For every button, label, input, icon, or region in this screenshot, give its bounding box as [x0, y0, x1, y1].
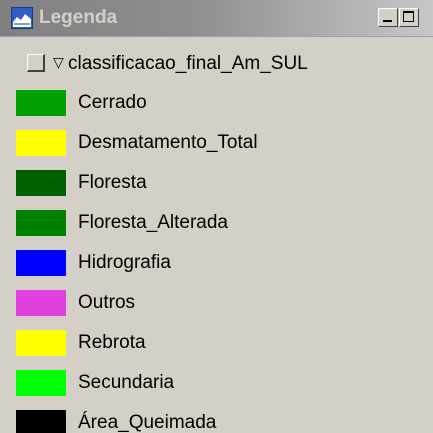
legend-item: Outros — [0, 289, 433, 316]
layer-visibility-checkbox[interactable] — [27, 54, 45, 72]
color-swatch — [16, 90, 66, 116]
layer-row[interactable]: ▽ classificacao_final_Am_SUL — [0, 51, 433, 75]
legend-label: Cerrado — [78, 92, 147, 113]
expand-triangle-icon[interactable]: ▽ — [53, 53, 64, 71]
legend-label: Secundaria — [78, 372, 175, 393]
maximize-icon — [403, 11, 414, 22]
legend-item: Cerrado — [0, 89, 433, 116]
legend-item: Hidrografia — [0, 249, 433, 276]
color-swatch — [16, 410, 66, 433]
color-swatch — [16, 250, 66, 276]
legend-item: Área_Queimada — [0, 409, 433, 433]
title-bar[interactable]: Legenda — [0, 0, 433, 37]
minimize-icon — [383, 20, 392, 22]
legend-label: Rebrota — [78, 332, 146, 353]
layer-name: classificacao_final_Am_SUL — [68, 53, 308, 74]
color-swatch — [16, 170, 66, 196]
color-swatch — [16, 370, 66, 396]
window-title: Legenda — [39, 7, 118, 28]
legend-item: Rebrota — [0, 329, 433, 356]
legend-label: Floresta_Alterada — [78, 212, 228, 233]
map-app-icon — [11, 7, 33, 29]
legend-item: Secundaria — [0, 369, 433, 396]
color-swatch — [16, 290, 66, 316]
legend-item: Floresta — [0, 169, 433, 196]
color-swatch — [16, 130, 66, 156]
maximize-button[interactable] — [399, 8, 419, 27]
legend-label: Área_Queimada — [78, 412, 217, 433]
legend-label: Outros — [78, 292, 136, 313]
legend-label: Desmatamento_Total — [78, 132, 258, 153]
legend-item: Desmatamento_Total — [0, 129, 433, 156]
legend-label: Floresta — [78, 172, 147, 193]
legend-content: ▽ classificacao_final_Am_SUL Cerrado Des… — [0, 37, 433, 433]
legend-label: Hidrografia — [78, 252, 171, 273]
legend-item: Floresta_Alterada — [0, 209, 433, 236]
legend-window: Legenda ▽ classificacao_final_Am_SUL Cer… — [0, 0, 433, 433]
color-swatch — [16, 210, 66, 236]
minimize-button[interactable] — [378, 8, 398, 27]
color-swatch — [16, 330, 66, 356]
